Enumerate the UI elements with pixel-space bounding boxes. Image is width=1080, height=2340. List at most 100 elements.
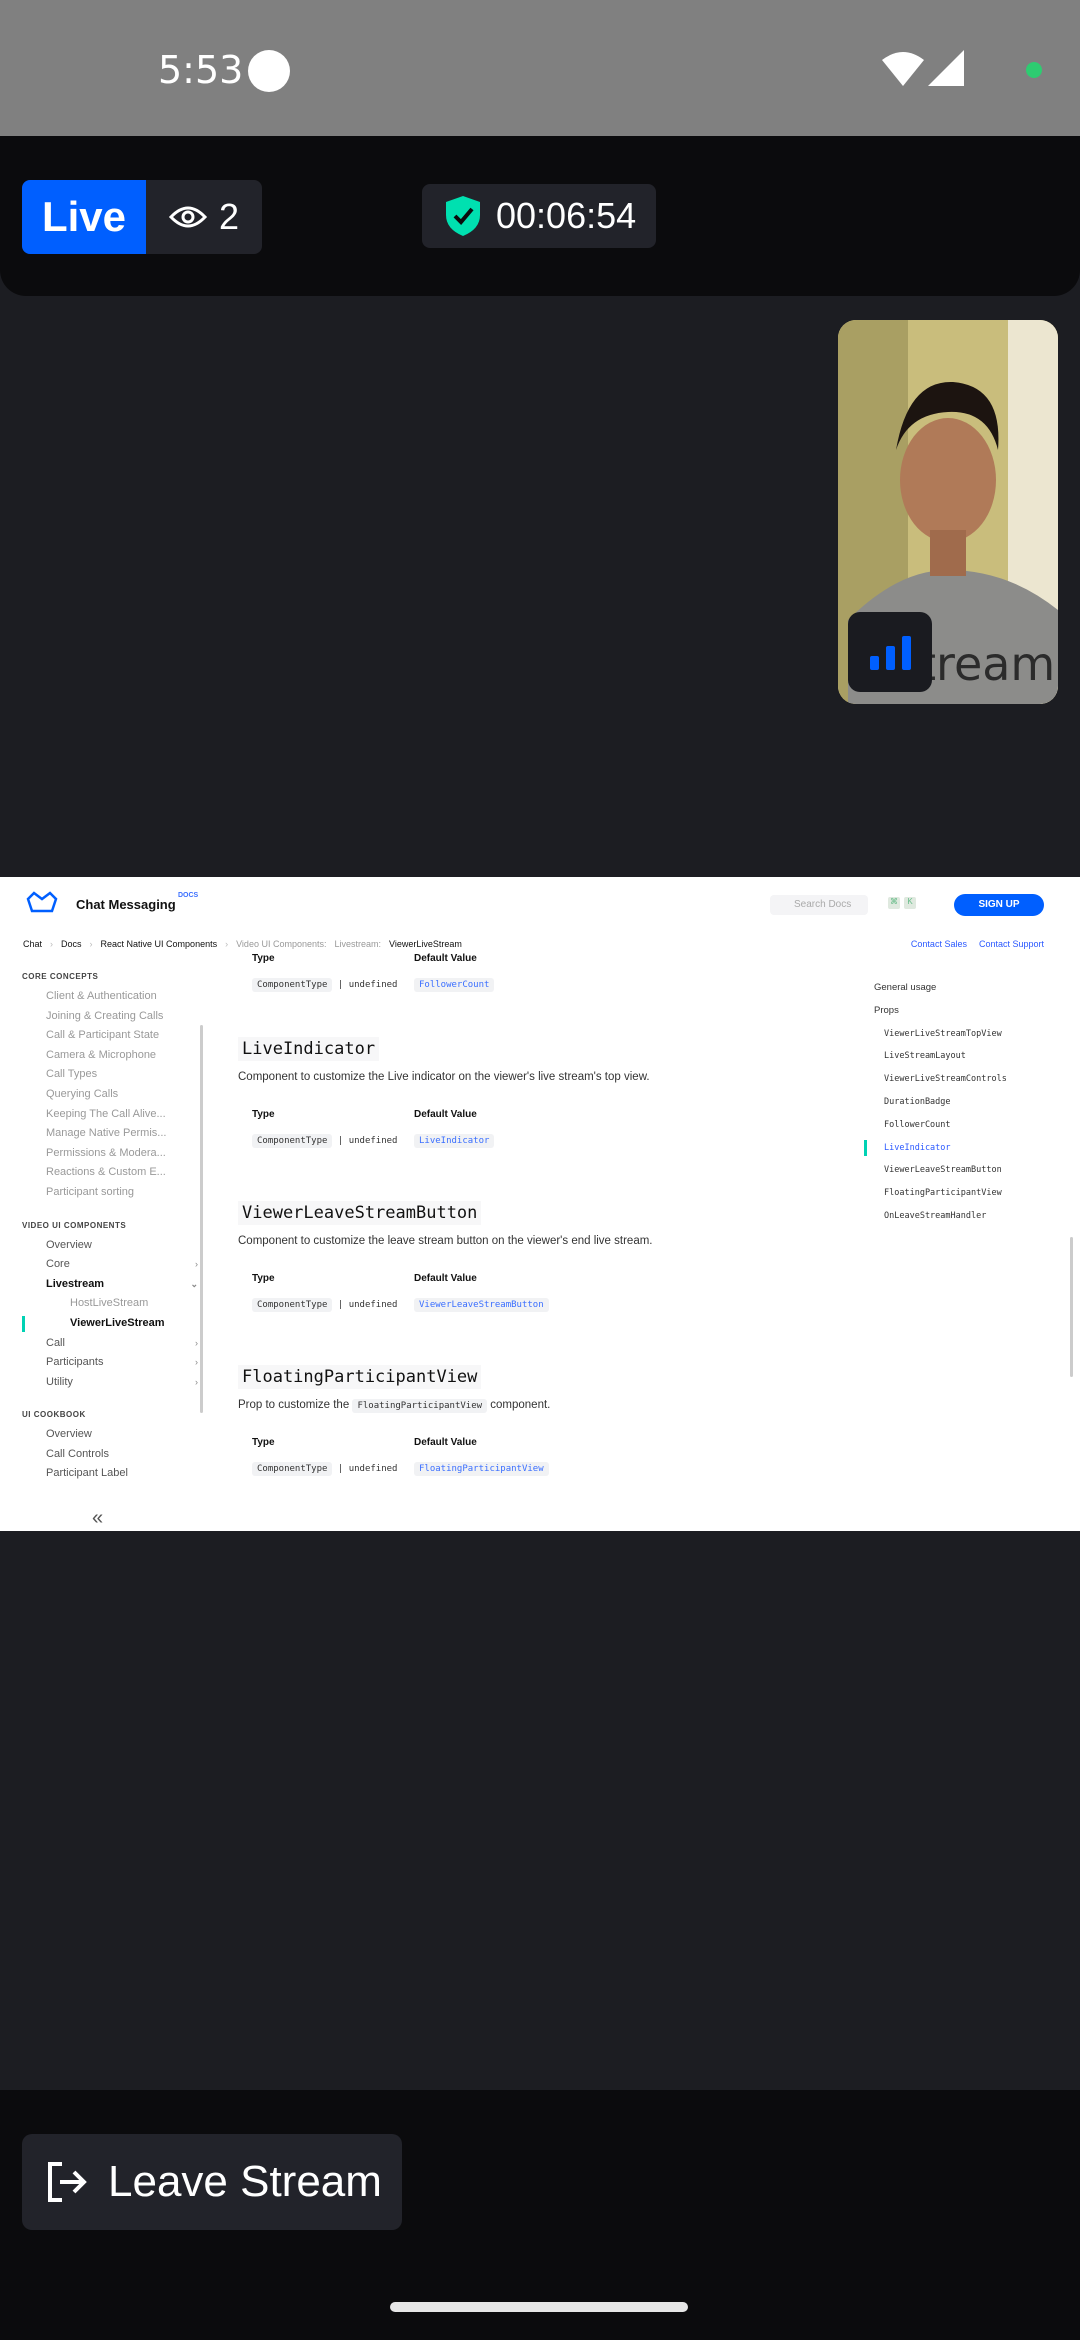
contact-sales-link[interactable]: Contact Sales	[911, 939, 967, 949]
toc-item[interactable]: ViewerLeaveStreamButton	[874, 1159, 1054, 1182]
stream-bottom-bar: Leave Stream	[0, 2090, 1080, 2276]
default-value-link[interactable]: LiveIndicator	[414, 1134, 495, 1148]
default-header: Default Value	[414, 1273, 477, 1284]
prop-block-follower-count: Type Default Value ComponentType | undefi…	[238, 953, 858, 992]
toc-item[interactable]: Props	[874, 1000, 1054, 1023]
live-badge: Live	[22, 180, 146, 254]
status-bar: 5:53	[0, 0, 1080, 136]
notification-dot-icon	[248, 50, 290, 92]
brand-name: Chat Messaging	[76, 897, 176, 912]
chevron-right-icon: ›	[195, 1357, 198, 1368]
leave-stream-button[interactable]: Leave Stream	[22, 2134, 402, 2230]
sidebar-item-label: ViewerLiveStream	[70, 1316, 165, 1329]
viewer-count: 2	[146, 180, 262, 254]
contact-support-link[interactable]: Contact Support	[979, 939, 1044, 949]
sidebar-section-title: UI COOKBOOK	[22, 1410, 86, 1420]
type-header: Type	[252, 1109, 275, 1120]
sidebar-item[interactable]: Joining & Creating Calls	[22, 1007, 202, 1027]
desc-code: FloatingParticipantView	[352, 1399, 488, 1413]
default-value-link[interactable]: FollowerCount	[414, 978, 495, 992]
table-of-contents: General usage Props ViewerLiveStreamTopV…	[864, 977, 1054, 1228]
type-union: | undefined	[337, 1136, 398, 1146]
prop-title: ViewerLeaveStreamButton	[238, 1201, 482, 1225]
sidebar-item-active[interactable]: ViewerLiveStream	[22, 1314, 202, 1334]
network-quality-badge	[848, 612, 932, 692]
table-row: ComponentType | undefined FollowerCount	[238, 978, 858, 992]
sidebar-item[interactable]: Client & Authentication	[22, 987, 202, 1007]
toc-item[interactable]: ViewerLiveStreamControls	[874, 1068, 1054, 1091]
sidebar-item[interactable]: Call & Participant State	[22, 1026, 202, 1046]
sidebar-item[interactable]: HostLiveStream	[22, 1294, 202, 1314]
duration-value: 00:06:54	[496, 195, 637, 236]
breadcrumb-item[interactable]: Livestream:	[334, 939, 381, 949]
type-code: ComponentType	[252, 1462, 333, 1476]
sidebar-item[interactable]: Manage Native Permis...	[22, 1124, 202, 1144]
sidebar-item[interactable]: Camera & Microphone	[22, 1046, 202, 1066]
sidebar-item-call[interactable]: Call ›	[22, 1334, 202, 1354]
sidebar-item-core[interactable]: Core ›	[22, 1255, 202, 1275]
svg-text:tream: tream	[918, 637, 1055, 691]
home-indicator[interactable]	[390, 2302, 688, 2312]
toc-item-active[interactable]: LiveIndicator	[864, 1137, 1054, 1160]
sidebar-item[interactable]: Permissions & Modera...	[22, 1144, 202, 1164]
sidebar-item[interactable]: Querying Calls	[22, 1085, 202, 1105]
cell-signal-icon	[928, 50, 964, 86]
desc-text: component.	[490, 1399, 551, 1411]
type-code: ComponentType	[252, 1298, 333, 1312]
main-scrollbar[interactable]	[1070, 1237, 1073, 1377]
toc-item[interactable]: DurationBadge	[874, 1091, 1054, 1114]
leave-stream-label: Leave Stream	[108, 2157, 382, 2206]
collapse-sidebar-button[interactable]: «	[92, 1507, 103, 1530]
breadcrumb-item[interactable]: Docs	[61, 939, 82, 949]
breadcrumb-item[interactable]: Video UI Components:	[236, 939, 326, 949]
status-time: 5:53	[158, 48, 244, 92]
prop-title: FloatingParticipantView	[238, 1365, 482, 1389]
prop-title: LiveIndicator	[238, 1037, 380, 1061]
sidebar-section-title: CORE CONCEPTS	[22, 972, 99, 981]
toc-item[interactable]: FloatingParticipantView	[874, 1182, 1054, 1205]
wifi-icon	[882, 52, 924, 86]
self-video-tile: tream	[838, 320, 1058, 704]
prop-block-floating-participant: FloatingParticipantView Prop to customiz…	[238, 1331, 858, 1476]
toc-item[interactable]: OnLeaveStreamHandler	[874, 1205, 1054, 1228]
sidebar-item[interactable]: Overview	[22, 1236, 202, 1256]
prop-description: Component to customize the Live indicato…	[238, 1071, 650, 1083]
sidebar-item[interactable]: Participant Label	[22, 1464, 202, 1484]
signal-bar-2	[885, 646, 895, 670]
toc-item[interactable]: FollowerCount	[874, 1114, 1054, 1137]
breadcrumb-item[interactable]: Chat	[23, 939, 42, 949]
sidebar-item[interactable]: Keeping The Call Alive...	[22, 1105, 202, 1125]
shortcut-key: ⌘	[888, 897, 900, 909]
docs-search[interactable]: Search Docs	[770, 895, 868, 915]
prop-description: Prop to customize the FloatingParticipan…	[238, 1399, 858, 1413]
toc-item[interactable]: General usage	[874, 977, 1054, 1000]
sidebar-item[interactable]: Reactions & Custom E...	[22, 1163, 202, 1183]
breadcrumb-item[interactable]: React Native UI Components	[101, 939, 218, 949]
sidebar-item[interactable]: Call Types	[22, 1065, 202, 1085]
type-union: | undefined	[337, 980, 398, 990]
sidebar-item-utility[interactable]: Utility ›	[22, 1373, 202, 1393]
sidebar-scrollbar[interactable]	[200, 1025, 203, 1413]
sidebar-item[interactable]: Participant sorting	[22, 1183, 202, 1203]
sidebar-item-livestream[interactable]: Livestream ⌄	[22, 1275, 202, 1295]
default-value-link[interactable]: ViewerLeaveStreamButton	[414, 1298, 549, 1312]
type-code: ComponentType	[252, 978, 333, 992]
sidebar-item-participants[interactable]: Participants ›	[22, 1353, 202, 1373]
chevron-right-icon: ›	[195, 1337, 198, 1348]
default-value-link[interactable]: FloatingParticipantView	[414, 1462, 549, 1476]
prop-block-leave-stream-button: ViewerLeaveStreamButton Component to cus…	[238, 1167, 858, 1312]
toc-item[interactable]: LiveStreamLayout	[874, 1045, 1054, 1068]
search-placeholder: Search Docs	[794, 899, 852, 910]
signup-button[interactable]: SIGN UP	[954, 894, 1044, 916]
toc-item[interactable]: ViewerLiveStreamTopView	[874, 1023, 1054, 1046]
sidebar-item-label: Core	[46, 1258, 70, 1271]
privacy-indicator-icon	[1026, 62, 1042, 78]
sidebar-item[interactable]: Overview	[22, 1425, 202, 1445]
viewer-count-value: 2	[218, 196, 240, 237]
type-union: | undefined	[337, 1300, 398, 1310]
shield-check-icon	[446, 196, 480, 236]
default-header: Default Value	[414, 1437, 477, 1448]
sidebar-item[interactable]: Call Controls	[22, 1445, 202, 1465]
type-union: | undefined	[337, 1464, 398, 1474]
table-row: ComponentType | undefined LiveIndicator	[238, 1134, 858, 1148]
